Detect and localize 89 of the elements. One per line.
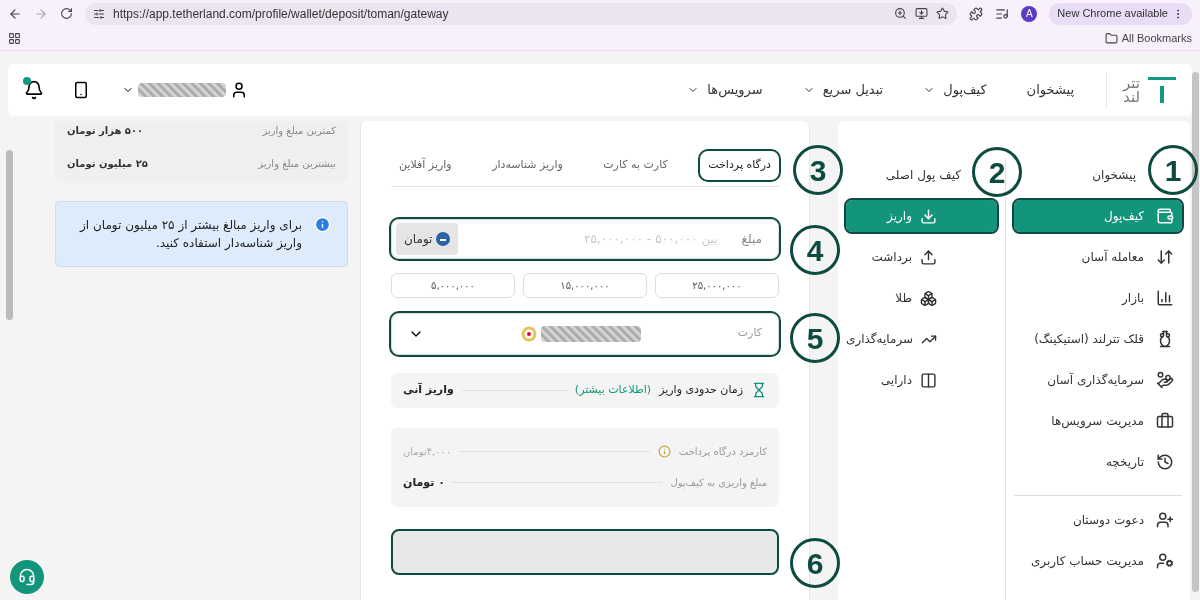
annotation-number: 3	[793, 145, 843, 195]
phone-icon[interactable]	[72, 81, 90, 99]
summary-label: مبلغ واریزی به کیف‌پول	[670, 476, 767, 491]
logo-text: تتر	[1123, 76, 1140, 90]
extensions-icon[interactable]	[969, 6, 984, 21]
submenu-item[interactable]: سرمایه‌گذاری	[846, 323, 997, 355]
limit-label: بیشترین مبلغ واریز	[258, 157, 336, 171]
install-icon[interactable]	[915, 7, 929, 20]
logo-text: لند	[1123, 90, 1140, 104]
briefcase-icon	[1156, 412, 1174, 430]
bar-chart-icon	[1156, 289, 1174, 307]
eta-label: زمان حدودی واریز	[659, 381, 743, 398]
sidebar-item[interactable]: مدیریت حساب کاربری	[1014, 545, 1182, 577]
update-button[interactable]: New Chrome available	[1049, 2, 1192, 25]
address-bar[interactable]: https://app.tetherland.com/profile/wallet/deposit/toman/gateway	[85, 2, 958, 25]
sidebar-item[interactable]: قلک تترلند (استیکینگ)	[1014, 323, 1182, 355]
preset-amount-button[interactable]: ۵,۰۰۰,۰۰۰	[391, 272, 515, 298]
profile-avatar[interactable]: A	[1021, 5, 1038, 22]
sidebar-item[interactable]: کیف‌پول	[1014, 200, 1182, 232]
user-menu[interactable]	[122, 81, 248, 99]
sidebar-item[interactable]: سرمایه‌گذاری آسان	[1014, 364, 1182, 396]
tab[interactable]: واریز شناسه‌دار	[484, 151, 571, 180]
user-icon	[230, 81, 248, 99]
sidebar-item[interactable]: پیشخوان	[1092, 159, 1136, 191]
eta-value: واریز آنی	[403, 381, 454, 398]
submenu-item[interactable]: واریز	[846, 200, 997, 232]
nav-menu[interactable]: تبدیل سریع	[802, 80, 884, 100]
tab[interactable]: واریز آفلاین	[391, 151, 460, 180]
scrollbar-thumb[interactable]	[1192, 72, 1199, 592]
folder-icon[interactable]	[1104, 32, 1118, 45]
sidebar-item[interactable]: دعوت دوستان	[1014, 504, 1182, 536]
logo-mark-icon	[1148, 75, 1176, 105]
upload-icon	[920, 248, 937, 266]
nav-menu[interactable]: پیشخوان	[1026, 80, 1074, 100]
all-bookmarks-link[interactable]: All Bookmarks	[1121, 30, 1192, 47]
apps-grid-icon[interactable]	[8, 32, 21, 45]
preset-amount-button[interactable]: ۱۵,۰۰۰,۰۰۰	[523, 272, 647, 298]
user-gear-icon	[1156, 552, 1174, 570]
nav-menu[interactable]: کیف‌پول	[923, 80, 987, 100]
tab[interactable]: کارت به کارت	[595, 151, 676, 180]
wallet-icon	[1156, 207, 1174, 225]
limit-value: ۲۵ میلیون تومان	[67, 157, 148, 171]
boxes-icon	[920, 289, 937, 307]
annotation-number: 1	[1148, 145, 1198, 195]
preset-amount-button[interactable]: ۲۵,۰۰۰,۰۰۰	[655, 272, 779, 298]
summary-label: کارمزد درگاه پرداخت	[678, 444, 767, 459]
columns-icon	[920, 371, 937, 389]
back-icon[interactable]	[8, 6, 22, 21]
coin-icon	[436, 231, 451, 246]
field-label: مبلغ	[741, 230, 762, 248]
limit-value: ۵۰۰ هزار تومان	[67, 124, 144, 138]
reload-icon[interactable]	[60, 7, 73, 20]
bell-icon[interactable]	[24, 80, 44, 100]
media-icon[interactable]	[995, 6, 1010, 21]
history-icon	[1156, 453, 1174, 471]
sidebar-item[interactable]: بازار	[1014, 282, 1182, 314]
annotation-number: 2	[972, 147, 1022, 197]
swap-arrows-icon	[1156, 248, 1174, 266]
tab[interactable]: درگاه پرداخت	[700, 151, 779, 180]
scrollbar-thumb[interactable]	[6, 150, 13, 320]
limit-label: کمترین مبلغ واریز	[262, 124, 336, 138]
headset-icon	[18, 568, 36, 586]
currency-badge: تومان	[396, 222, 459, 255]
hourglass-icon	[751, 382, 767, 398]
download-icon	[920, 207, 937, 225]
annotation-number: 4	[790, 225, 840, 275]
annotation-number: 5	[790, 313, 840, 363]
more-info-link[interactable]: (اطلاعات بیشتر)	[574, 381, 652, 399]
annotation-number: 6	[790, 538, 840, 588]
bookmark-star-icon[interactable]	[936, 7, 950, 20]
url-text: https://app.tetherland.com/profile/wallet/deposit/toman/gateway	[113, 5, 450, 23]
support-button[interactable]	[10, 560, 44, 594]
zoom-icon[interactable]	[894, 7, 908, 20]
site-settings-icon[interactable]	[93, 7, 105, 20]
submenu-item[interactable]: دارایی	[846, 364, 997, 396]
sidebar-item[interactable]: تاریخچه	[1014, 446, 1182, 478]
submenu-item[interactable]: طلا	[846, 282, 997, 314]
sidebar-item[interactable]: مدیریت سرویس‌ها	[1014, 405, 1182, 437]
nav-menu[interactable]: سرویس‌ها	[687, 80, 763, 100]
summary-value: ۴,۰۰۰تومان	[403, 444, 452, 459]
bank-logo-icon	[520, 325, 537, 342]
user-plus-icon	[1156, 511, 1174, 529]
submenu-title: کیف پول اصلی	[885, 167, 961, 184]
alert-text: برای واریز مبالغ بیشتر از ۲۵ میلیون تومان از واریز شناسه‌دار استفاده کنید.	[78, 217, 302, 252]
submenu-item[interactable]: برداشت	[846, 241, 997, 273]
hand-coins-icon	[1156, 371, 1174, 389]
sidebar-item[interactable]: معامله آسان	[1014, 241, 1182, 273]
summary-value: ۰ تومان	[403, 474, 445, 491]
info-icon	[314, 216, 331, 233]
